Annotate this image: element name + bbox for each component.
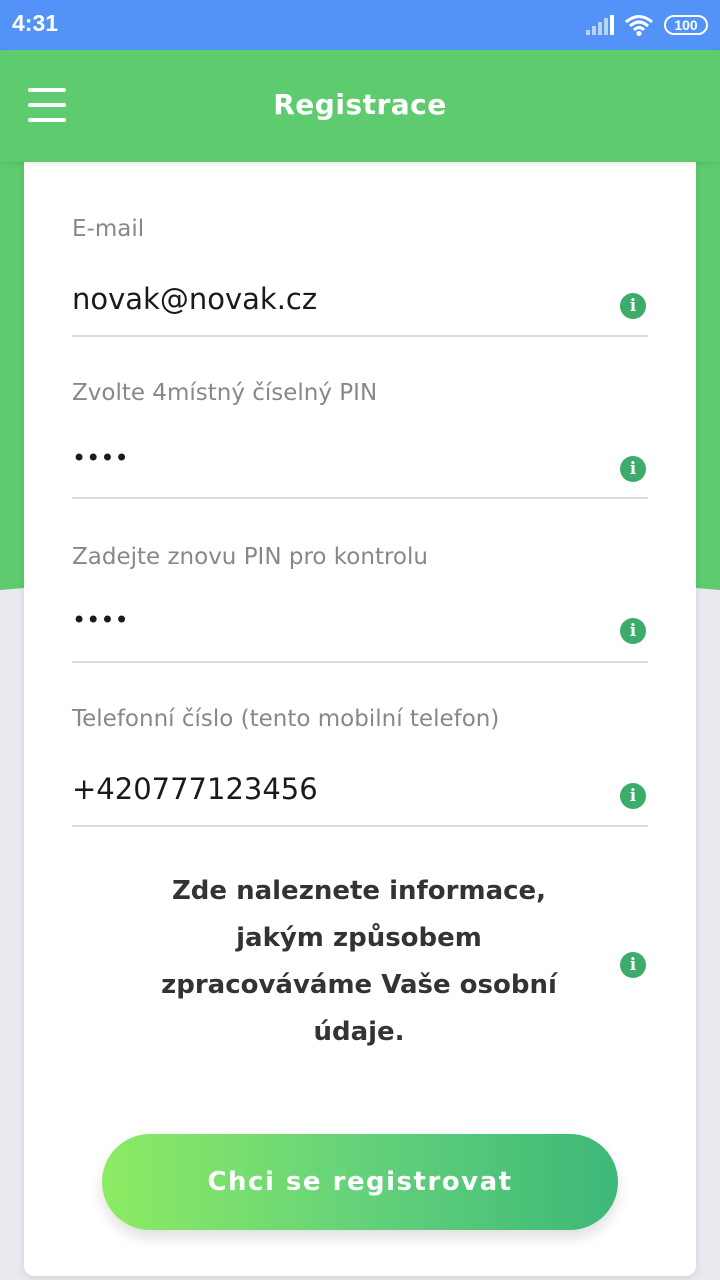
phone-field[interactable]: Telefonní číslo (tento mobilní telefon) …: [72, 706, 648, 827]
wifi-icon: [625, 15, 653, 36]
phone-underline: [72, 825, 648, 827]
pin-label: Zvolte 4místný číselný PIN: [72, 380, 378, 406]
privacy-info-icon[interactable]: i: [620, 952, 646, 978]
status-bar: 4:31 100: [0, 0, 720, 50]
email-underline: [72, 335, 648, 337]
battery-level: 100: [674, 17, 698, 33]
phone-label: Telefonní číslo (tento mobilní telefon): [72, 706, 500, 732]
pin-field[interactable]: Zvolte 4místný číselný PIN •••• i: [72, 380, 648, 499]
page-title: Registrace: [273, 88, 447, 121]
pin-input[interactable]: ••••: [72, 444, 129, 472]
pin-confirm-label: Zadejte znovu PIN pro kontrolu: [72, 544, 428, 570]
email-label: E-mail: [72, 216, 145, 242]
pin-confirm-info-icon[interactable]: i: [620, 618, 646, 644]
status-time: 4:31: [12, 10, 59, 36]
status-icons: 100: [586, 12, 708, 38]
registration-card: E-mail novak@novak.cz i Zvolte 4místný č…: [24, 150, 696, 1276]
privacy-info-link[interactable]: Zde naleznete informace, jakým způsobem …: [134, 868, 584, 1056]
email-input[interactable]: novak@novak.cz: [72, 282, 317, 316]
pin-underline: [72, 497, 648, 499]
phone-input[interactable]: +420777123456: [72, 772, 318, 806]
signal-icon: [586, 15, 614, 35]
pin-confirm-field[interactable]: Zadejte znovu PIN pro kontrolu •••• i: [72, 544, 648, 663]
pin-confirm-underline: [72, 661, 648, 663]
email-info-icon[interactable]: i: [620, 293, 646, 319]
pin-confirm-input[interactable]: ••••: [72, 606, 129, 634]
register-button[interactable]: Chci se registrovat: [102, 1134, 618, 1230]
app-bar: Registrace: [0, 50, 720, 162]
phone-info-icon[interactable]: i: [620, 783, 646, 809]
pin-info-icon[interactable]: i: [620, 456, 646, 482]
battery-icon: 100: [664, 15, 708, 35]
email-field[interactable]: E-mail novak@novak.cz i: [72, 216, 648, 337]
